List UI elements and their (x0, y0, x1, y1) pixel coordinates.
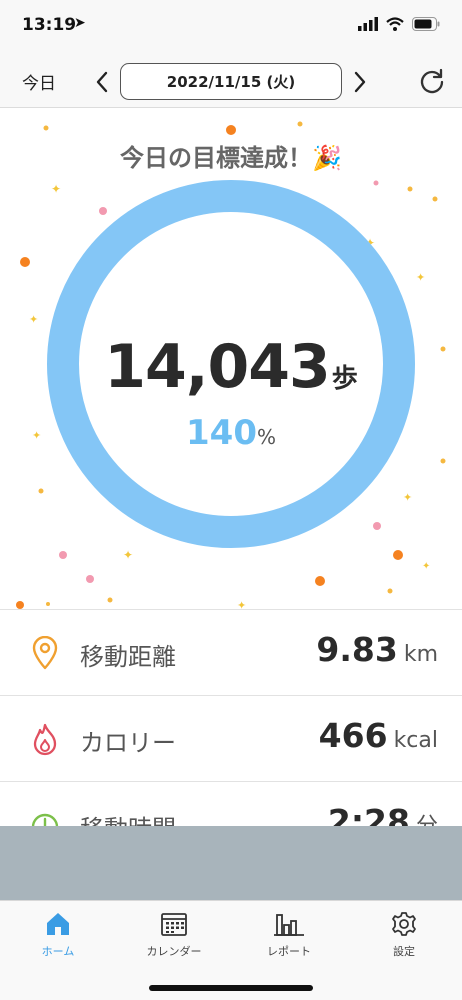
battery-icon (412, 17, 440, 31)
bar-chart-icon (274, 914, 304, 936)
location-pin-icon (32, 636, 58, 670)
date-selector[interactable]: 2022/11/15 (火) (120, 63, 342, 100)
tab-report[interactable]: レポート (231, 911, 347, 959)
home-indicator (149, 985, 313, 991)
percent-value: 140 (186, 413, 257, 453)
signal-icon (358, 17, 378, 31)
goal-progress-panel: ✦ ✦ ✦ ✦ ✦ ✦ ✦ ✦ ✦ 今日の目標達成！🎉 14,043歩 140% (0, 109, 462, 609)
stat-label: 移動距離 (80, 643, 176, 671)
stat-row-distance[interactable]: 移動距離 9.83 km (0, 609, 462, 695)
tab-calendar[interactable]: カレンダー (116, 911, 232, 959)
location-arrow-icon: ➤ (74, 15, 86, 31)
today-button[interactable]: 今日 (22, 69, 56, 94)
stat-unit: kcal (393, 728, 438, 753)
steps-count: 14,043歩 (0, 332, 462, 402)
stat-value-group: 9.83 km (316, 630, 438, 669)
stat-value: 9.83 (316, 630, 398, 669)
status-time: 13:19 (22, 15, 77, 35)
stat-label: カロリー (80, 729, 176, 757)
flame-icon (33, 723, 57, 756)
status-indicators (358, 17, 440, 31)
tab-settings[interactable]: 設定 (346, 911, 462, 959)
goal-percent: 140% (0, 413, 462, 453)
refresh-icon[interactable] (418, 67, 446, 95)
status-bar: 13:19 ➤ (0, 0, 462, 56)
steps-value: 14,043 (104, 332, 331, 402)
steps-unit: 歩 (331, 364, 358, 394)
stat-value: 466 (318, 716, 388, 755)
home-icon (47, 913, 69, 935)
goal-achieved-title: 今日の目標達成！🎉 (120, 144, 342, 172)
tab-label: レポート (267, 945, 311, 958)
tab-label: 設定 (393, 945, 415, 958)
stat-row-calories[interactable]: カロリー 466 kcal (0, 695, 462, 781)
gear-icon (392, 912, 416, 936)
tab-label: ホーム (41, 945, 75, 958)
calendar-icon (161, 913, 187, 936)
stat-unit: km (403, 642, 438, 667)
chevron-left-icon[interactable] (92, 68, 112, 96)
wifi-icon (386, 17, 404, 31)
chevron-right-icon[interactable] (350, 68, 370, 96)
percent-unit: % (256, 425, 276, 449)
tab-home[interactable]: ホーム (0, 911, 116, 959)
bottom-sheet-overlay (0, 826, 462, 900)
tab-label: カレンダー (146, 945, 202, 958)
date-label: 2022/11/15 (火) (166, 73, 296, 91)
stat-value-group: 466 kcal (319, 716, 438, 755)
date-navigation-header: 今日 2022/11/15 (火) (0, 56, 462, 108)
